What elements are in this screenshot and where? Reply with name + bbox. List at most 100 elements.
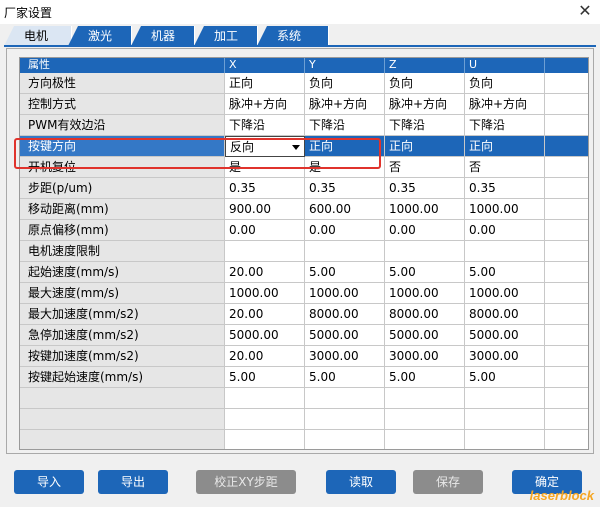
cell-u[interactable]: 负向 [465,73,545,94]
cell-u[interactable]: 0.00 [465,220,545,241]
cell-x[interactable]: 下降沿 [225,115,305,136]
cell-x[interactable]: 20.00 [225,262,305,283]
table-row[interactable]: 电机速度限制 [20,241,588,262]
cell-x[interactable]: 5.00 [225,367,305,388]
cell-z[interactable]: 3000.00 [385,346,465,367]
cell-y[interactable] [305,388,385,409]
cell-y[interactable] [305,241,385,262]
table-row[interactable] [20,430,588,449]
cell-y[interactable]: 负向 [305,73,385,94]
table-row[interactable]: 控制方式 脉冲+方向 脉冲+方向 脉冲+方向 脉冲+方向 [20,94,588,115]
cell-x[interactable]: 1000.00 [225,283,305,304]
cell-z[interactable]: 0.35 [385,178,465,199]
table-row[interactable]: 移动距离(mm) 900.00 600.00 1000.00 1000.00 [20,199,588,220]
cell-z[interactable]: 下降沿 [385,115,465,136]
cell-z[interactable]: 5000.00 [385,325,465,346]
cell-x[interactable]: 是 [225,157,305,178]
cell-u[interactable]: 1000.00 [465,283,545,304]
calibrate-xy-button[interactable]: 校正XY步距 [196,470,296,494]
cell-u[interactable]: 否 [465,157,545,178]
cell-u[interactable]: 3000.00 [465,346,545,367]
cell-x[interactable]: 0.35 [225,178,305,199]
table-row[interactable]: 原点偏移(mm) 0.00 0.00 0.00 0.00 [20,220,588,241]
cell-y[interactable]: 0.35 [305,178,385,199]
cell-x[interactable]: 正向 [225,73,305,94]
cell-y[interactable]: 5.00 [305,367,385,388]
cell-z[interactable] [385,409,465,430]
cell-u[interactable] [465,241,545,262]
cell-y[interactable]: 下降沿 [305,115,385,136]
cell-z[interactable]: 1000.00 [385,199,465,220]
read-button[interactable]: 读取 [326,470,396,494]
cell-z[interactable] [385,430,465,449]
tab-system[interactable]: 系统 [257,26,329,46]
cell-u[interactable] [465,409,545,430]
cell-u[interactable]: 5.00 [465,262,545,283]
cell-z[interactable]: 5.00 [385,367,465,388]
table-row[interactable]: 起始速度(mm/s) 20.00 5.00 5.00 5.00 [20,262,588,283]
cell-y[interactable]: 脉冲+方向 [305,94,385,115]
tab-motor[interactable]: 电机 [4,26,72,46]
table-row[interactable]: 方向极性 正向 负向 负向 负向 [20,73,588,94]
table-row[interactable]: 最大速度(mm/s) 1000.00 1000.00 1000.00 1000.00 [20,283,588,304]
cell-y[interactable]: 5.00 [305,262,385,283]
cell-u[interactable]: 下降沿 [465,115,545,136]
cell-z[interactable]: 8000.00 [385,304,465,325]
cell-u[interactable]: 0.35 [465,178,545,199]
cell-u[interactable]: 5.00 [465,367,545,388]
table-row[interactable]: 按键起始速度(mm/s) 5.00 5.00 5.00 5.00 [20,367,588,388]
tab-laser[interactable]: 激光 [68,26,132,46]
cell-y[interactable]: 0.00 [305,220,385,241]
cell-u[interactable]: 1000.00 [465,199,545,220]
cell-x[interactable]: 900.00 [225,199,305,220]
table-row[interactable]: 急停加速度(mm/s2) 5000.00 5000.00 5000.00 5000.00 [20,325,588,346]
dropdown-arrow-icon[interactable] [292,145,300,150]
close-icon[interactable]: ✕ [570,0,600,24]
table-row[interactable] [20,409,588,430]
cell-x[interactable]: 20.00 [225,346,305,367]
cell-u[interactable] [465,388,545,409]
cell-z[interactable] [385,241,465,262]
cell-y[interactable]: 1000.00 [305,283,385,304]
cell-z[interactable]: 5.00 [385,262,465,283]
cell-y[interactable]: 是 [305,157,385,178]
cell-z[interactable]: 负向 [385,73,465,94]
cell-x[interactable]: 20.00 [225,304,305,325]
key-direction-select[interactable]: 反向 [225,136,305,157]
export-button[interactable]: 导出 [98,470,168,494]
cell-u[interactable] [465,430,545,449]
cell-x[interactable] [225,409,305,430]
cell-y[interactable]: 正向 [305,136,385,157]
table-row[interactable] [20,388,588,409]
cell-x[interactable]: 脉冲+方向 [225,94,305,115]
cell-u[interactable]: 8000.00 [465,304,545,325]
cell-u[interactable]: 脉冲+方向 [465,94,545,115]
cell-z[interactable]: 1000.00 [385,283,465,304]
cell-z[interactable]: 0.00 [385,220,465,241]
table-row[interactable]: 步距(p/um) 0.35 0.35 0.35 0.35 [20,178,588,199]
cell-y[interactable]: 5000.00 [305,325,385,346]
table-row[interactable]: 最大加速度(mm/s2) 20.00 8000.00 8000.00 8000.00 [20,304,588,325]
cell-y[interactable]: 600.00 [305,199,385,220]
table-row[interactable]: 按键方向 反向 正向 正向 正向 [20,136,588,157]
table-row[interactable]: PWM有效边沿 下降沿 下降沿 下降沿 下降沿 [20,115,588,136]
cell-x[interactable]: 5000.00 [225,325,305,346]
cell-y[interactable]: 8000.00 [305,304,385,325]
cell-u[interactable]: 正向 [465,136,545,157]
table-row[interactable]: 按键加速度(mm/s2) 20.00 3000.00 3000.00 3000.00 [20,346,588,367]
tab-process[interactable]: 加工 [194,26,258,46]
cell-z[interactable]: 正向 [385,136,465,157]
cell-z[interactable] [385,388,465,409]
import-button[interactable]: 导入 [14,470,84,494]
cell-z[interactable]: 脉冲+方向 [385,94,465,115]
cell-x[interactable]: 0.00 [225,220,305,241]
cell-y[interactable] [305,430,385,449]
cell-x[interactable] [225,430,305,449]
cell-u[interactable]: 5000.00 [465,325,545,346]
cell-x[interactable] [225,388,305,409]
table-row[interactable]: 开机复位是是否否 [20,157,588,178]
cell-x[interactable] [225,241,305,262]
save-button[interactable]: 保存 [413,470,483,494]
cell-z[interactable]: 否 [385,157,465,178]
cell-y[interactable] [305,409,385,430]
